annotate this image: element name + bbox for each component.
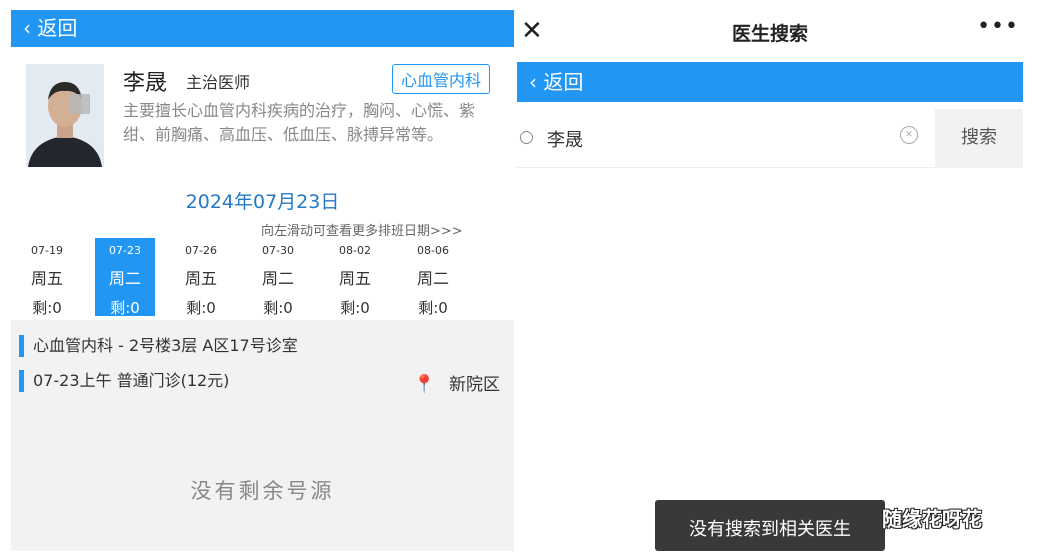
appointment-info: 心血管内科 - 2号楼3层 A区17号诊室 07-23上午 普通门诊(12元) … (11, 320, 514, 551)
doctor-name: 李晟 (123, 71, 168, 96)
watermark: 随缘花呀花 (882, 507, 982, 531)
back-button[interactable]: ‹ 返回 (529, 62, 583, 102)
day-weekday: 周二 (416, 269, 449, 288)
day-date: 07-30 (262, 244, 294, 257)
search-input[interactable]: 李晟 (547, 126, 583, 152)
selected-date-heading: 2024年07月23日 (185, 191, 340, 213)
schedule-day[interactable]: 07-19 周五 剩:0 (17, 238, 77, 317)
schedule-day[interactable]: 07-26 周五 剩:0 (171, 238, 231, 317)
search-button[interactable]: 搜索 (935, 109, 1023, 167)
no-slots-message: 没有剩余号源 (190, 479, 335, 503)
doctor-card: 李晟 主治医师 心血管内科 主要擅长心血管内科疾病的治疗，胸闷、心慌、紫绀、前胸… (11, 47, 514, 182)
schedule-day[interactable]: 08-02 周五 剩:0 (325, 238, 385, 317)
left-header-bar: ‹ 返回 (11, 10, 514, 47)
swipe-hint: 向左滑动可查看更多排班日期>>> (261, 224, 463, 239)
day-weekday: 周五 (30, 269, 63, 288)
doctor-description: 主要擅长心血管内科疾病的治疗，胸闷、心慌、紫绀、前胸痛、高血压、低血压、脉搏异常… (123, 101, 476, 144)
day-date: 08-02 (339, 244, 371, 257)
doctor-photo (26, 64, 104, 167)
schedule-section: 2024年07月23日 向左滑动可查看更多排班日期>>> 07-19 周五 剩:… (11, 182, 514, 320)
day-remaining: 剩:0 (340, 299, 370, 317)
day-weekday: 周五 (184, 269, 217, 288)
campus-link[interactable]: 📍 新院区 (413, 370, 500, 395)
page-title: 医生搜索 (731, 23, 808, 45)
search-icon: ○ (519, 127, 534, 147)
right-header-bar: ‹ 返回 (517, 62, 1023, 102)
day-weekday: 周二 (108, 269, 141, 288)
day-remaining: 剩:0 (418, 299, 448, 317)
appointment-slot: 07-23上午 普通门诊(12元) (19, 368, 229, 394)
day-date: 07-26 (185, 244, 217, 257)
right-panel: ✕ 医生搜索 ••• ‹ 返回 ○ 李晟 ✕ 搜索 (517, 8, 1023, 551)
day-weekday: 周五 (338, 269, 371, 288)
day-weekday: 周二 (261, 269, 294, 288)
department-tag: 心血管内科 (392, 64, 491, 94)
location-pin-icon: 📍 (413, 374, 436, 395)
day-date: 08-06 (417, 244, 449, 257)
schedule-day-selected[interactable]: 07-23 周二 剩:0 (95, 238, 155, 317)
more-icon[interactable]: ••• (977, 14, 1019, 39)
day-remaining: 剩:0 (263, 299, 293, 317)
top-bar: ✕ 医生搜索 ••• (517, 8, 1023, 56)
day-date: 07-19 (31, 244, 63, 257)
back-button[interactable]: ‹ 返回 (23, 10, 77, 47)
day-remaining: 剩:0 (110, 299, 140, 317)
day-date: 07-23 (109, 244, 141, 257)
doctor-title: 主治医师 (186, 73, 251, 92)
left-panel: ‹ 返回 李晟 主治医师 心血管内科 主要擅长心血管内科疾病的治疗，胸闷、心慌、… (11, 10, 514, 551)
day-remaining: 剩:0 (186, 299, 216, 317)
campus-label: 新院区 (449, 375, 500, 395)
no-result-toast: 没有搜索到相关医生 (655, 500, 885, 551)
schedule-day[interactable]: 07-30 周二 剩:0 (248, 238, 308, 317)
day-remaining: 剩:0 (32, 299, 62, 317)
clear-icon[interactable]: ✕ (900, 126, 918, 144)
schedule-day[interactable]: 08-06 周二 剩:0 (403, 238, 463, 317)
clinic-location: 心血管内科 - 2号楼3层 A区17号诊室 (19, 333, 298, 359)
search-bar: ○ 李晟 ✕ 搜索 (517, 109, 1023, 168)
